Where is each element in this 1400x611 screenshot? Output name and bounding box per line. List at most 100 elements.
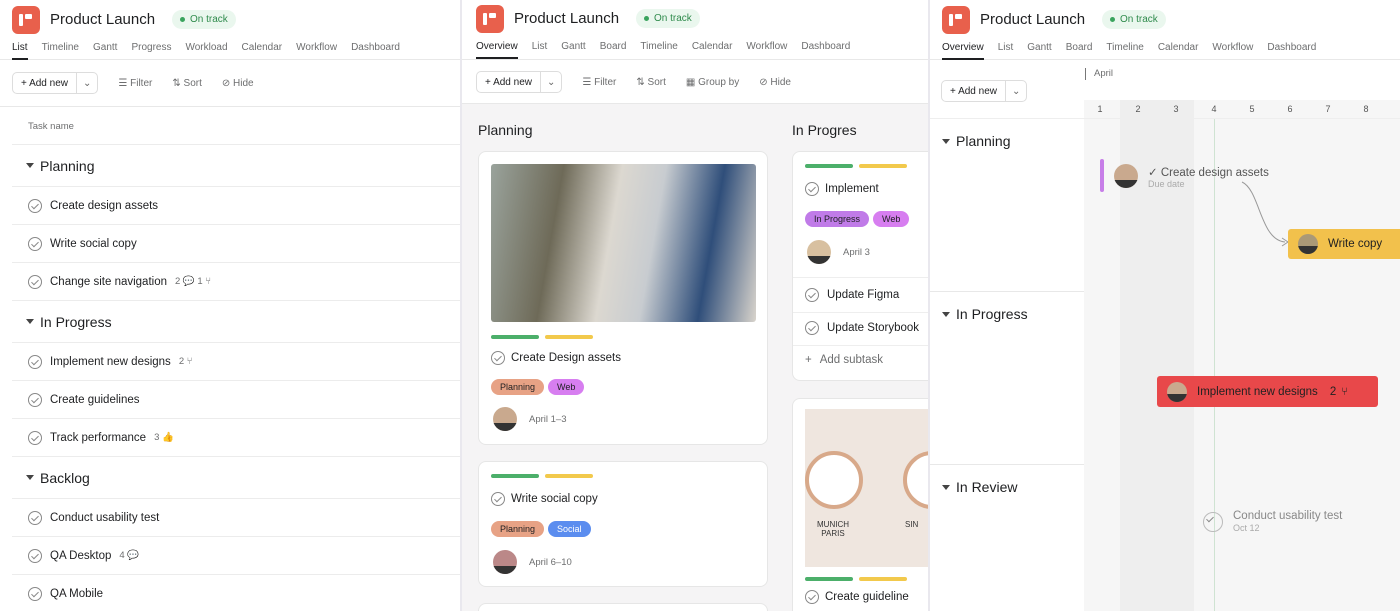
tab-calendar[interactable]: Calendar bbox=[242, 42, 283, 60]
project-logo-icon bbox=[12, 6, 40, 34]
check-icon[interactable] bbox=[805, 321, 819, 335]
avatar bbox=[1298, 234, 1318, 254]
tab-list[interactable]: List bbox=[998, 42, 1014, 60]
section-header[interactable]: In Progress bbox=[12, 301, 460, 343]
chevron-down-icon[interactable]: ⌄ bbox=[75, 73, 97, 93]
task-row[interactable]: Create design assets bbox=[12, 187, 460, 225]
task-name: QA Mobile bbox=[50, 587, 104, 600]
check-icon[interactable] bbox=[805, 590, 819, 604]
filter-button[interactable]: ☰ Filter bbox=[582, 77, 616, 88]
timeline-item-implement[interactable]: Implement new designs 2 ⑂ bbox=[1157, 376, 1378, 407]
view-tabs: Overview List Gantt Board Timeline Calen… bbox=[942, 42, 1316, 60]
timeline-item-usability[interactable]: Conduct usability test Oct 12 bbox=[1203, 510, 1342, 534]
hide-button[interactable]: ⊘ Hide bbox=[759, 77, 791, 88]
tab-dashboard[interactable]: Dashboard bbox=[1267, 42, 1316, 60]
tab-progress[interactable]: Progress bbox=[131, 42, 171, 60]
section-planning[interactable]: Planning bbox=[942, 133, 1011, 149]
add-new-button[interactable]: + Add new ⌄ bbox=[476, 71, 563, 93]
check-icon[interactable] bbox=[491, 492, 505, 506]
tab-timeline[interactable]: Timeline bbox=[640, 41, 677, 59]
tab-workflow[interactable]: Workflow bbox=[746, 41, 787, 59]
check-icon[interactable] bbox=[28, 510, 42, 525]
subtask[interactable]: Update Storybook bbox=[805, 321, 919, 335]
tab-calendar[interactable]: Calendar bbox=[1158, 42, 1199, 60]
check-icon[interactable] bbox=[28, 354, 42, 369]
tab-calendar[interactable]: Calendar bbox=[692, 41, 733, 59]
check-icon[interactable] bbox=[28, 548, 42, 563]
tab-dashboard[interactable]: Dashboard bbox=[801, 41, 850, 59]
timeline-item-write-copy[interactable]: Write copy bbox=[1288, 229, 1400, 259]
task-row[interactable]: Track performance 3 👍 bbox=[12, 419, 460, 457]
group-by-button[interactable]: ▦ Group by bbox=[686, 77, 739, 88]
task-row[interactable]: Create guidelines bbox=[12, 381, 460, 419]
tab-timeline[interactable]: Timeline bbox=[1106, 42, 1143, 60]
task-row[interactable]: Write social copy bbox=[12, 225, 460, 263]
subtask[interactable]: Update Figma bbox=[805, 288, 899, 302]
sort-button[interactable]: ⇅ Sort bbox=[636, 77, 666, 88]
task-name: Implement new designs bbox=[50, 355, 171, 368]
tab-workload[interactable]: Workload bbox=[185, 42, 227, 60]
tab-board[interactable]: Board bbox=[600, 41, 627, 59]
task-card[interactable]: Write social copy Planning Social April 6… bbox=[478, 461, 768, 587]
check-icon[interactable] bbox=[28, 198, 42, 213]
check-icon[interactable] bbox=[28, 392, 42, 407]
check-icon[interactable] bbox=[805, 288, 819, 302]
tab-gantt[interactable]: Gantt bbox=[93, 42, 117, 60]
color-bars bbox=[805, 164, 907, 168]
tab-timeline[interactable]: Timeline bbox=[42, 42, 79, 60]
check-icon[interactable] bbox=[491, 351, 505, 365]
tab-overview[interactable]: Overview bbox=[476, 41, 518, 59]
section-header[interactable]: Planning bbox=[12, 145, 460, 187]
section-in-review[interactable]: In Review bbox=[942, 479, 1017, 495]
check-icon[interactable] bbox=[805, 182, 819, 196]
tab-gantt[interactable]: Gantt bbox=[1027, 42, 1051, 60]
status-badge[interactable]: On track bbox=[636, 9, 700, 28]
tab-board[interactable]: Board bbox=[1066, 42, 1093, 60]
filter-label: Filter bbox=[594, 76, 617, 88]
avatar bbox=[493, 407, 517, 431]
status-badge[interactable]: On track bbox=[1102, 10, 1166, 29]
hide-label: Hide bbox=[233, 77, 254, 89]
tab-list[interactable]: List bbox=[12, 42, 28, 60]
task-row[interactable]: Change site navigation 2 💬 1 ⑂ bbox=[12, 263, 460, 301]
chevron-down-icon[interactable]: ⌄ bbox=[539, 72, 561, 92]
task-card[interactable]: MUNICH PARIS SIN Create guideline bbox=[792, 398, 928, 611]
header: Product Launch On track Overview List Ga… bbox=[462, 0, 928, 104]
check-icon[interactable] bbox=[1203, 512, 1223, 532]
task-row[interactable]: QA Desktop 4 💬 bbox=[12, 537, 460, 575]
chevron-down-icon[interactable]: ⌄ bbox=[1004, 81, 1026, 101]
task-row[interactable]: Conduct usability test bbox=[12, 499, 460, 537]
add-new-button[interactable]: + Add new ⌄ bbox=[12, 72, 99, 94]
task-row[interactable]: Implement new designs 2 ⑂ bbox=[12, 343, 460, 381]
today-line bbox=[1214, 118, 1215, 611]
tab-workflow[interactable]: Workflow bbox=[1212, 42, 1253, 60]
task-card[interactable]: Create Design assets Planning Web April 1… bbox=[478, 151, 768, 445]
project-logo-icon bbox=[942, 6, 970, 34]
task-row[interactable]: QA Mobile bbox=[12, 575, 460, 611]
check-icon[interactable] bbox=[28, 586, 42, 601]
status-badge[interactable]: On track bbox=[172, 10, 236, 29]
drag-handle[interactable] bbox=[1100, 159, 1104, 192]
hide-button[interactable]: ⊘ Hide bbox=[222, 78, 254, 89]
tab-gantt[interactable]: Gantt bbox=[561, 41, 585, 59]
tab-dashboard[interactable]: Dashboard bbox=[351, 42, 400, 60]
tab-list[interactable]: List bbox=[532, 41, 548, 59]
add-new-button[interactable]: + Add new ⌄ bbox=[941, 80, 1028, 102]
check-icon[interactable] bbox=[28, 274, 42, 289]
add-subtask-button[interactable]: + Add subtask bbox=[805, 354, 883, 366]
add-new-label: + Add new bbox=[485, 76, 532, 88]
timeline-item-design[interactable]: ✓ Create design assets bbox=[1148, 165, 1269, 179]
task-card[interactable] bbox=[478, 603, 768, 611]
filter-button[interactable]: ☰ Filter bbox=[118, 78, 152, 89]
task-card[interactable]: Implement In Progress Web April 3 Update … bbox=[792, 151, 928, 381]
check-icon[interactable] bbox=[28, 236, 42, 251]
check-icon[interactable] bbox=[28, 430, 42, 445]
section-in-progress[interactable]: In Progress bbox=[942, 306, 1028, 322]
card-title-text: Implement bbox=[825, 183, 879, 195]
sort-button[interactable]: ⇅ Sort bbox=[172, 78, 202, 89]
avatar bbox=[1167, 381, 1187, 402]
section-header[interactable]: Backlog bbox=[12, 457, 460, 499]
task-name: Track performance bbox=[50, 431, 147, 444]
tab-workflow[interactable]: Workflow bbox=[296, 42, 337, 60]
tab-overview[interactable]: Overview bbox=[942, 42, 984, 60]
